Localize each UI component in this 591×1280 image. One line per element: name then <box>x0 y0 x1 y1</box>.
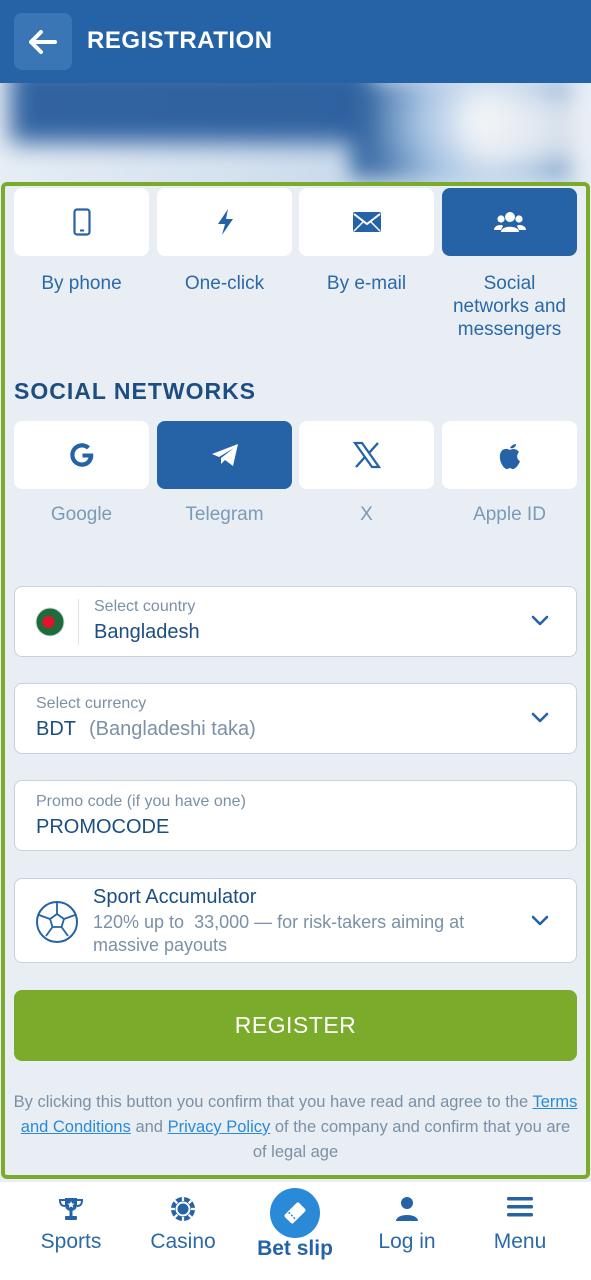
social-networks-title: SOCIAL NETWORKS <box>14 378 257 404</box>
arrow-left-icon <box>29 29 57 54</box>
user-icon <box>396 1197 418 1221</box>
social-tile-telegram[interactable] <box>157 421 292 489</box>
trophy-icon <box>58 1198 84 1220</box>
method-tile-email[interactable] <box>299 188 434 256</box>
nav-login[interactable]: Log in <box>352 1182 462 1280</box>
nav-menu[interactable]: Menu <box>465 1182 575 1280</box>
privacy-link[interactable]: Privacy Policy <box>168 1118 271 1136</box>
bonus-select[interactable]: Sport Accumulator 120% up to 33,000 — fo… <box>14 878 577 963</box>
ticket-icon <box>284 1202 306 1224</box>
bangladesh-flag-icon <box>35 607 65 637</box>
soccer-ball-icon <box>36 901 78 943</box>
menu-icon <box>507 1197 533 1217</box>
bonus-desc-line1: 120% up to 33,000 — for risk-takers aimi… <box>93 912 465 932</box>
telegram-icon <box>211 444 238 466</box>
back-button[interactable] <box>14 13 72 70</box>
promo-code-field[interactable]: Promo code (if you have one) PROMOCODE <box>14 780 577 851</box>
nav-casino[interactable]: Casino <box>128 1182 238 1280</box>
social-label-apple: Apple ID <box>473 504 546 525</box>
country-select[interactable]: Select country Bangladesh <box>14 586 577 657</box>
method-label-phone: By phone <box>41 273 122 294</box>
app-header: REGISTRATION <box>0 0 591 83</box>
method-tile-one-click[interactable] <box>157 188 292 256</box>
currency-name: (Bangladeshi taka) <box>89 718 256 740</box>
social-label-x: X <box>360 504 373 525</box>
promo-label: Promo code (if you have one) <box>36 793 246 810</box>
social-tile-x[interactable] <box>299 421 434 489</box>
chevron-down-icon <box>531 615 549 626</box>
method-label-one-click: One-click <box>184 273 265 294</box>
page-title: REGISTRATION <box>87 27 273 54</box>
method-label-social: Social networks and messengers <box>452 273 566 340</box>
casino-chip-icon <box>171 1197 195 1221</box>
x-icon <box>352 441 381 469</box>
bonus-title: Sport Accumulator <box>93 886 257 908</box>
promo-banner <box>0 83 591 183</box>
method-label-email: By e-mail <box>326 273 407 294</box>
register-button[interactable]: REGISTER <box>14 990 577 1061</box>
method-tile-social[interactable] <box>442 188 577 256</box>
chevron-down-icon <box>531 915 549 926</box>
country-label: Select country <box>94 598 196 615</box>
currency-select[interactable]: Select currency BDT (Bangladeshi taka) <box>14 683 577 754</box>
envelope-icon <box>352 212 381 232</box>
users-icon <box>493 212 526 232</box>
social-label-telegram: Telegram <box>185 504 264 525</box>
social-label-google: Google <box>50 504 113 525</box>
currency-code: BDT <box>36 718 76 740</box>
currency-label: Select currency <box>36 695 147 712</box>
nav-sports[interactable]: Sports <box>16 1182 126 1280</box>
bet-slip-button[interactable] <box>270 1188 320 1238</box>
promo-input[interactable]: PROMOCODE <box>36 816 169 839</box>
lightning-icon <box>217 209 233 235</box>
chevron-down-icon <box>531 712 549 723</box>
bonus-desc-line2: massive payouts <box>93 935 228 955</box>
legal-text: By clicking this button you confirm that… <box>13 1093 578 1161</box>
apple-icon <box>499 444 520 469</box>
method-tile-phone[interactable] <box>14 188 149 256</box>
google-icon <box>69 443 93 467</box>
social-tile-google[interactable] <box>14 421 149 489</box>
social-tile-apple[interactable] <box>442 421 577 489</box>
country-value: Bangladesh <box>94 621 200 643</box>
phone-icon <box>72 208 91 236</box>
